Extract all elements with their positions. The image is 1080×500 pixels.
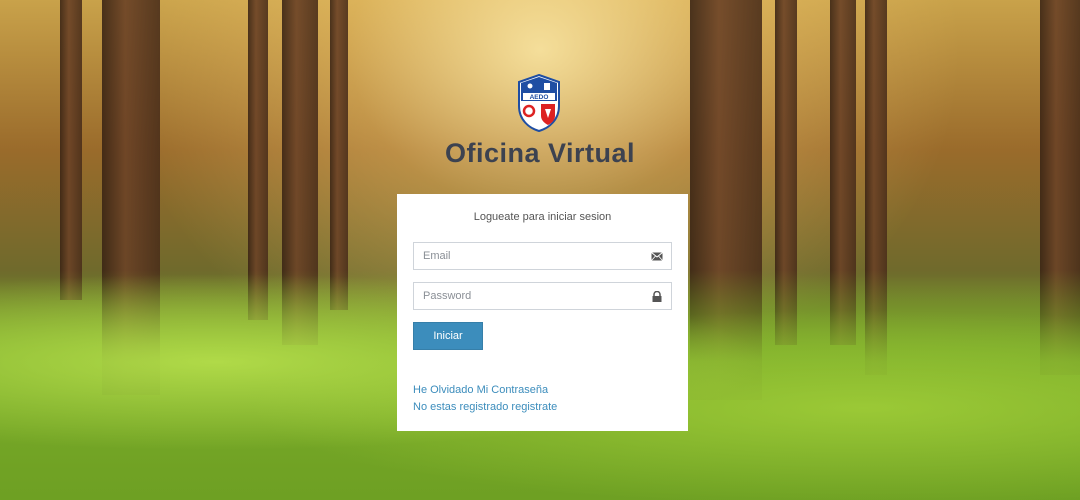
- page-title: Oficina Virtual: [444, 138, 636, 168]
- login-heading: Logueate para iniciar sesion: [473, 211, 612, 223]
- register-link[interactable]: No estas registrado registrate: [413, 401, 557, 413]
- shield-logo-icon: AEDO: [518, 73, 560, 133]
- svg-text:AEDO: AEDO: [530, 94, 549, 101]
- envelope-icon: [651, 252, 663, 261]
- email-input[interactable]: [414, 243, 671, 269]
- password-input[interactable]: [414, 283, 671, 309]
- forgot-password-link[interactable]: He Olvidado Mi Contraseña: [413, 384, 548, 396]
- login-submit-button[interactable]: Iniciar: [413, 322, 483, 350]
- login-card: Logueate para iniciar sesion Iniciar He …: [397, 194, 688, 431]
- password-field[interactable]: [413, 282, 672, 310]
- email-field[interactable]: [413, 242, 672, 270]
- company-logo: AEDO: [517, 73, 561, 133]
- lock-icon: [652, 291, 662, 302]
